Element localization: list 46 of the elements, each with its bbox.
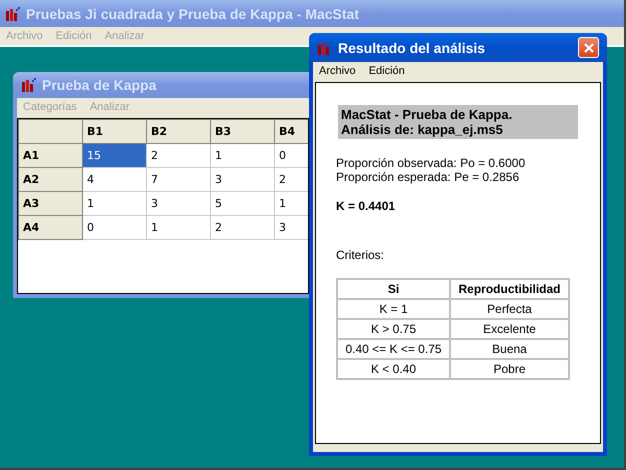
grid-cell[interactable]: 2 <box>210 216 274 240</box>
grid-cell[interactable]: 3 <box>146 192 210 216</box>
column-header: B4 <box>274 120 308 144</box>
row-header: A4 <box>18 216 82 240</box>
column-header: B2 <box>146 120 210 144</box>
table-cell: Excelente <box>450 319 569 339</box>
app-icon <box>21 77 37 93</box>
report-heading: Análisis de: kappa_ej.ms5 <box>341 122 504 137</box>
table-cell: Pobre <box>450 359 569 379</box>
grid-cell[interactable]: 1 <box>82 192 146 216</box>
window-title: Prueba de Kappa <box>42 77 156 93</box>
column-header: Si <box>337 279 450 299</box>
menu-item[interactable]: Edición <box>368 65 405 77</box>
grid-cell[interactable]: 0 <box>82 216 146 240</box>
column-header: Reproductibilidad <box>450 279 569 299</box>
grid-cell[interactable]: 4 <box>82 168 146 192</box>
proportion-text: Proporción esperada: Pe = 0.2856 <box>336 170 520 184</box>
close-icon <box>582 42 594 54</box>
app-icon <box>317 40 333 56</box>
grid-cell[interactable]: 1 <box>146 216 210 240</box>
column-header: B3 <box>210 120 274 144</box>
grid-cell[interactable]: 3 <box>210 168 274 192</box>
row-header: A1 <box>18 144 82 168</box>
row-header: A2 <box>18 168 82 192</box>
proportion-text: Proporción observada: Po = 0.6000 <box>336 156 526 170</box>
criteria-label: Criterios: <box>336 248 386 262</box>
table-cell: Perfecta <box>450 299 569 319</box>
table-cell: 0.40 <= K <= 0.75 <box>337 339 450 359</box>
column-header: B1 <box>82 120 146 144</box>
menu-item[interactable]: Archivo <box>319 65 356 77</box>
window-title: Resultado del análisis <box>338 40 486 56</box>
row-header: A3 <box>18 192 82 216</box>
close-button[interactable] <box>578 37 599 58</box>
table-cell: K > 0.75 <box>337 319 450 339</box>
table-cell: K < 0.40 <box>337 359 450 379</box>
grid-cell[interactable]: 1 <box>210 144 274 168</box>
grid-cell[interactable]: 7 <box>146 168 210 192</box>
window-title: Pruebas Ji cuadrada y Prueba de Kappa - MacStat <box>26 6 360 22</box>
grid-cell[interactable]: 15 <box>82 144 146 168</box>
table-cell: Buena <box>450 339 569 359</box>
grid-cell[interactable]: 2 <box>146 144 210 168</box>
kappa-value: K = 0.4401 <box>336 199 396 213</box>
table-cell: K = 1 <box>337 299 450 319</box>
grid-cell[interactable]: 5 <box>210 192 274 216</box>
app-icon <box>5 6 21 22</box>
report-heading: MacStat - Prueba de Kappa. <box>341 107 514 122</box>
